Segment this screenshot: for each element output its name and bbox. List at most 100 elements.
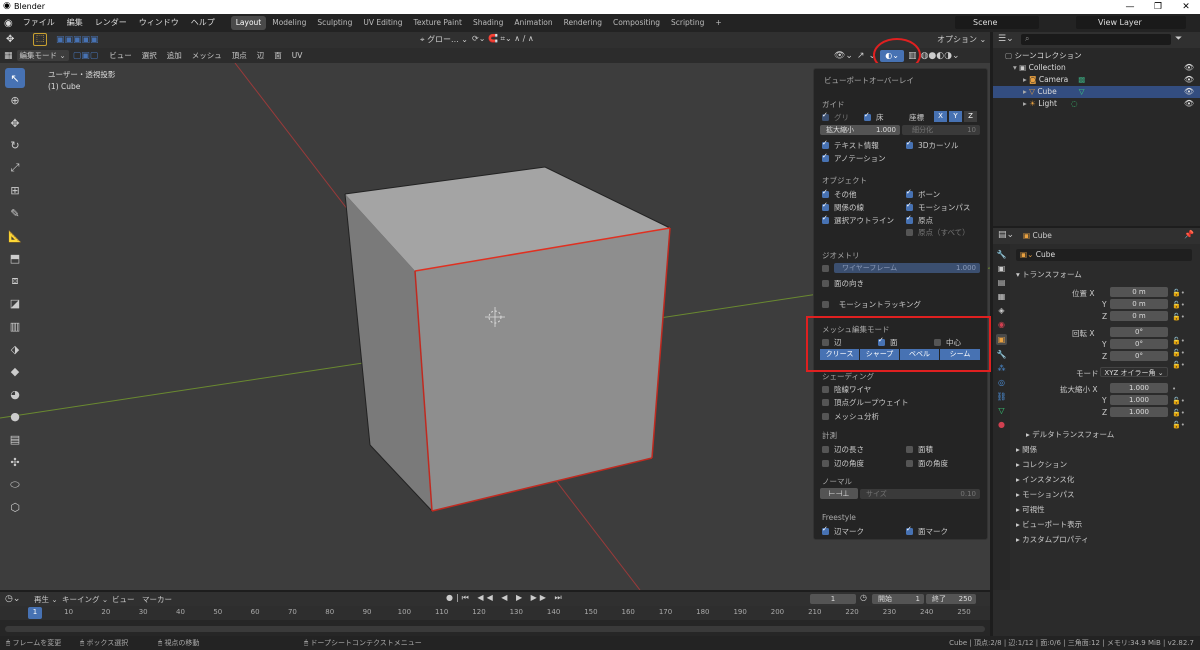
collection-row[interactable]: ▾ ▣ Collection 👁 bbox=[993, 62, 1200, 74]
physics-tab-icon[interactable]: ◎ bbox=[998, 378, 1005, 387]
blender-menu-icon[interactable]: ◉ bbox=[0, 18, 17, 29]
extras-checkbox[interactable]: その他 bbox=[822, 188, 857, 200]
face-area-checkbox[interactable]: 面積 bbox=[906, 444, 933, 455]
modifier-tab-icon[interactable]: 🔧 bbox=[997, 350, 1007, 359]
object-name-field[interactable]: ▣⌄ Cube bbox=[1016, 249, 1192, 261]
menu-mesh[interactable]: メッシュ bbox=[187, 50, 227, 61]
menu-window[interactable]: ウィンドウ bbox=[133, 14, 185, 32]
outliner-editor-icon[interactable]: ☰⌄ bbox=[998, 34, 1014, 44]
gizmo-icon[interactable]: ↗ bbox=[857, 51, 865, 61]
normal-size-field[interactable]: サイズ 0.10 bbox=[860, 489, 980, 499]
pivot-snap-icons[interactable]: ⟳⌄ 🧲 ⌗⌄ ∧ ∕ ∧ bbox=[472, 34, 534, 44]
timeline-scrollbar[interactable] bbox=[5, 626, 985, 632]
pin-icon[interactable]: 📌 bbox=[1184, 230, 1194, 239]
grid-scale-field[interactable]: 拡大縮小 1.000 bbox=[820, 125, 900, 135]
relations-checkbox[interactable]: 関係の線 bbox=[822, 201, 864, 213]
relations-section[interactable]: ▸ 関係 bbox=[1016, 444, 1037, 455]
menu-view[interactable]: ビュー bbox=[104, 50, 137, 61]
editor-type-icon[interactable]: ✥ bbox=[6, 34, 14, 45]
minimize-button[interactable]: — bbox=[1116, 0, 1144, 14]
scene-collection-row[interactable]: ▢ シーンコレクション bbox=[993, 50, 1200, 62]
rotation-y-field[interactable]: 0° bbox=[1110, 339, 1168, 349]
outliner-item-cube[interactable]: ▸ ▽ Cube ▽ 👁 bbox=[993, 86, 1200, 98]
menu-vertex[interactable]: 頂点 bbox=[227, 50, 252, 61]
hidden-wire-checkbox[interactable]: 陰線ワイヤ bbox=[822, 384, 871, 395]
menu-select[interactable]: 選択 bbox=[137, 50, 162, 61]
view-layer-selector[interactable]: View Layer bbox=[1076, 16, 1186, 29]
wireframe-checkbox[interactable] bbox=[822, 264, 834, 273]
face-angle-checkbox[interactable]: 面の角度 bbox=[906, 458, 948, 469]
frame-start-field[interactable]: 開始 1 bbox=[872, 594, 924, 604]
bones-checkbox[interactable]: ボーン bbox=[906, 188, 940, 200]
grid-subdiv-field[interactable]: 細分化 10 bbox=[902, 125, 980, 135]
menu-render[interactable]: レンダー bbox=[89, 14, 133, 32]
bevel-icon[interactable]: ◪ bbox=[5, 294, 25, 314]
viewport-display-section[interactable]: ▸ ビューポート表示 bbox=[1016, 519, 1082, 530]
knife-icon[interactable]: ⬗ bbox=[5, 339, 25, 359]
normal-display-icons[interactable]: ⊢⊣⊥ bbox=[820, 488, 858, 499]
instancing-section[interactable]: ▸ インスタンス化 bbox=[1016, 474, 1074, 485]
outliner-item-camera[interactable]: ▸ ◙ Camera ▩ 👁 bbox=[993, 74, 1200, 86]
extrude-icon[interactable]: ⬒ bbox=[5, 249, 25, 269]
origins-all-checkbox[interactable]: 原点（すべて） bbox=[906, 227, 970, 238]
data-tab-icon[interactable]: ▽ bbox=[998, 406, 1004, 415]
clock-icon[interactable]: ◷ bbox=[860, 593, 867, 602]
outliner-search-input[interactable]: ⌕ bbox=[1021, 34, 1171, 45]
delta-transform-section[interactable]: ▸ デルタトランスフォーム bbox=[1026, 429, 1114, 440]
tab-rendering[interactable]: Rendering bbox=[559, 16, 607, 30]
measure-icon[interactable]: 📐 bbox=[5, 226, 25, 246]
text-info-checkbox[interactable]: テキスト情報 bbox=[822, 139, 879, 151]
inset-icon[interactable]: ⧈ bbox=[5, 271, 25, 291]
menu-face[interactable]: 面 bbox=[269, 50, 287, 61]
transform-section-header[interactable]: ▾ トランスフォーム bbox=[1016, 269, 1082, 280]
menu-edge[interactable]: 辺 bbox=[252, 50, 270, 61]
timeline-menu-playback[interactable]: 再生 ⌄ bbox=[34, 594, 58, 605]
wireframe-slider[interactable]: ワイヤーフレーム 1.000 bbox=[834, 263, 980, 273]
tab-shading[interactable]: Shading bbox=[468, 16, 508, 30]
current-frame-field[interactable]: 1 bbox=[810, 594, 856, 604]
menu-edit[interactable]: 編集 bbox=[61, 14, 89, 32]
menu-file[interactable]: ファイル bbox=[17, 14, 61, 32]
location-x-field[interactable]: 0 m bbox=[1110, 287, 1168, 297]
timeline-editor-icon[interactable]: ◷⌄ bbox=[5, 594, 20, 604]
tab-uv-editing[interactable]: UV Editing bbox=[358, 16, 407, 30]
annotate-icon[interactable]: ✎ bbox=[5, 204, 25, 224]
outline-checkbox[interactable]: 選択アウトライン bbox=[822, 214, 894, 226]
outliner-item-light[interactable]: ▸ ☀ Light ◌ 👁 bbox=[993, 98, 1200, 110]
rotation-x-field[interactable]: 0° bbox=[1110, 327, 1168, 337]
polybuild-icon[interactable]: ◆ bbox=[5, 362, 25, 382]
loopcut-icon[interactable]: ▥ bbox=[5, 317, 25, 337]
custom-properties-section[interactable]: ▸ カスタムプロパティ bbox=[1016, 534, 1089, 545]
playback-controls[interactable]: ●|⏮ ◀◀ ◀ ▶ ▶▶ ⏭ bbox=[446, 593, 565, 603]
transform-orientation-dropdown[interactable]: ⌖ グロー... ⌄ bbox=[420, 34, 468, 45]
constraints-tab-icon[interactable]: ⛓ bbox=[996, 392, 1006, 401]
menu-help[interactable]: ヘルプ bbox=[185, 14, 221, 32]
vertex-group-checkbox[interactable]: 頂点グループウェイト bbox=[822, 397, 909, 408]
scene-tab-icon[interactable]: ◈ bbox=[998, 306, 1004, 315]
edge-angle-checkbox[interactable]: 辺の角度 bbox=[822, 458, 864, 469]
edit-select-mode-icons[interactable]: ▢▣▢ bbox=[73, 51, 99, 61]
eye-icon[interactable]: 👁 bbox=[1184, 74, 1194, 86]
tab-texture-paint[interactable]: Texture Paint bbox=[409, 16, 467, 30]
annotation-checkbox[interactable]: アノテーション bbox=[822, 152, 886, 164]
add-workspace-button[interactable]: + bbox=[710, 16, 726, 30]
shrink-icon[interactable]: ✣ bbox=[5, 452, 25, 472]
scale-z-field[interactable]: 1.000 bbox=[1110, 407, 1168, 417]
timeline-menu-view[interactable]: ビュー bbox=[112, 594, 135, 605]
collections-section[interactable]: ▸ コレクション bbox=[1016, 459, 1067, 470]
properties-editor-icon[interactable]: ▤⌄ bbox=[998, 230, 1014, 240]
scale-icon[interactable]: ⤢ bbox=[5, 158, 25, 178]
eye-icon[interactable]: 👁 bbox=[1184, 98, 1194, 110]
timeline[interactable]: 1 10 20 30 40 50 60 70 80 90 100 110 120 130 140 150 160… bbox=[0, 606, 990, 636]
location-y-field[interactable]: 0 m bbox=[1110, 299, 1168, 309]
world-tab-icon[interactable]: ◉ bbox=[998, 320, 1005, 329]
frame-end-field[interactable]: 終了 250 bbox=[926, 594, 976, 604]
floor-checkbox[interactable]: 床 bbox=[864, 111, 884, 123]
location-z-field[interactable]: 0 m bbox=[1110, 311, 1168, 321]
menu-add[interactable]: 追加 bbox=[162, 50, 187, 61]
shading-modes-icon[interactable]: ◍●◐◑⌄ bbox=[921, 51, 960, 61]
edge-length-checkbox[interactable]: 辺の長さ bbox=[822, 444, 864, 455]
edge-slide-icon[interactable]: ▤ bbox=[5, 430, 25, 450]
rotation-z-field[interactable]: 0° bbox=[1110, 351, 1168, 361]
tool-tab-icon[interactable]: 🔧 bbox=[997, 250, 1007, 259]
